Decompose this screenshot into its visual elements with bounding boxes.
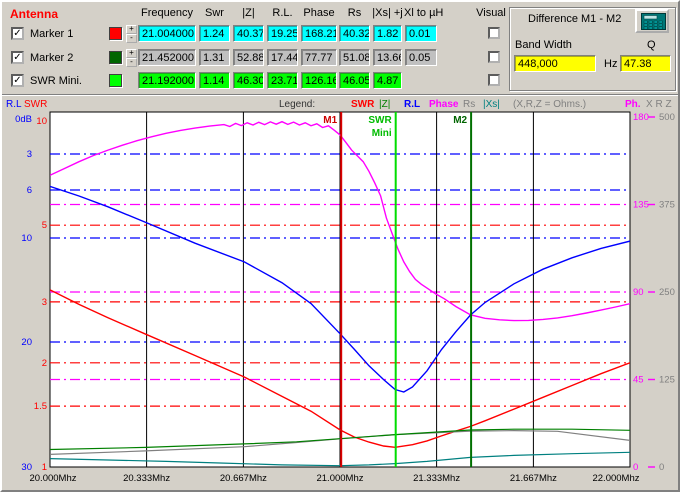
ohms-axis-tick: 0 [659,462,664,473]
M1-marker-label: M1 [323,115,337,126]
rl-axis-tick: 0dB [15,114,32,125]
swr-axis-tick: 2 [42,358,47,369]
swr-axis-tick: 10 [36,116,47,127]
M2-marker-label: M2 [453,115,467,126]
ohms-axis-tick: 500 [659,112,675,123]
x-axis-tick-label: 20.667Mhz [220,473,267,484]
rl-axis-tick: 3 [27,149,32,160]
x-axis-tick-label: 22.000Mhz [592,473,639,484]
phase-axis-tick: 45 [633,375,644,386]
chart-svg: M1 SWR Mini M2 0dB 3 6 10 20 30 10 5 3 2 1.5 1 180 135 90 4… [2,2,680,492]
antenna-analyzer-window: Antenna Frequency Swr |Z| R.L. Phase Rs … [0,0,680,492]
ohms-axis-tick: 250 [659,287,675,298]
phase-axis-tick: 0 [633,462,638,473]
SWR Mini-marker-label: SWR [368,115,392,126]
rl-axis-tick: 6 [27,185,32,196]
ohms-axis-tick: 125 [659,375,675,386]
phase-axis-tick: 180 [633,112,649,123]
x-axis-tick-label: 21.000Mhz [316,473,363,484]
phase-axis-tick: 90 [633,287,644,298]
SWR Mini-marker-label: Mini [372,128,392,139]
swr-axis-tick: 5 [42,220,47,231]
x-axis-tick-label: 20.333Mhz [123,473,170,484]
rl-axis-tick: 30 [21,462,32,473]
ohms-axis-tick: 375 [659,200,675,211]
swr-axis-tick: 3 [42,297,47,308]
x-axis-tick-label: 20.000Mhz [29,473,76,484]
swr-axis-tick: 1 [42,462,47,473]
x-axis-tick-label: 21.667Mhz [510,473,557,484]
phase-axis-tick: 135 [633,200,649,211]
swr-axis-tick: 1.5 [34,401,47,412]
rl-axis-tick: 10 [21,233,32,244]
x-axis-tick-label: 21.333Mhz [413,473,460,484]
rl-axis-tick: 20 [21,337,32,348]
